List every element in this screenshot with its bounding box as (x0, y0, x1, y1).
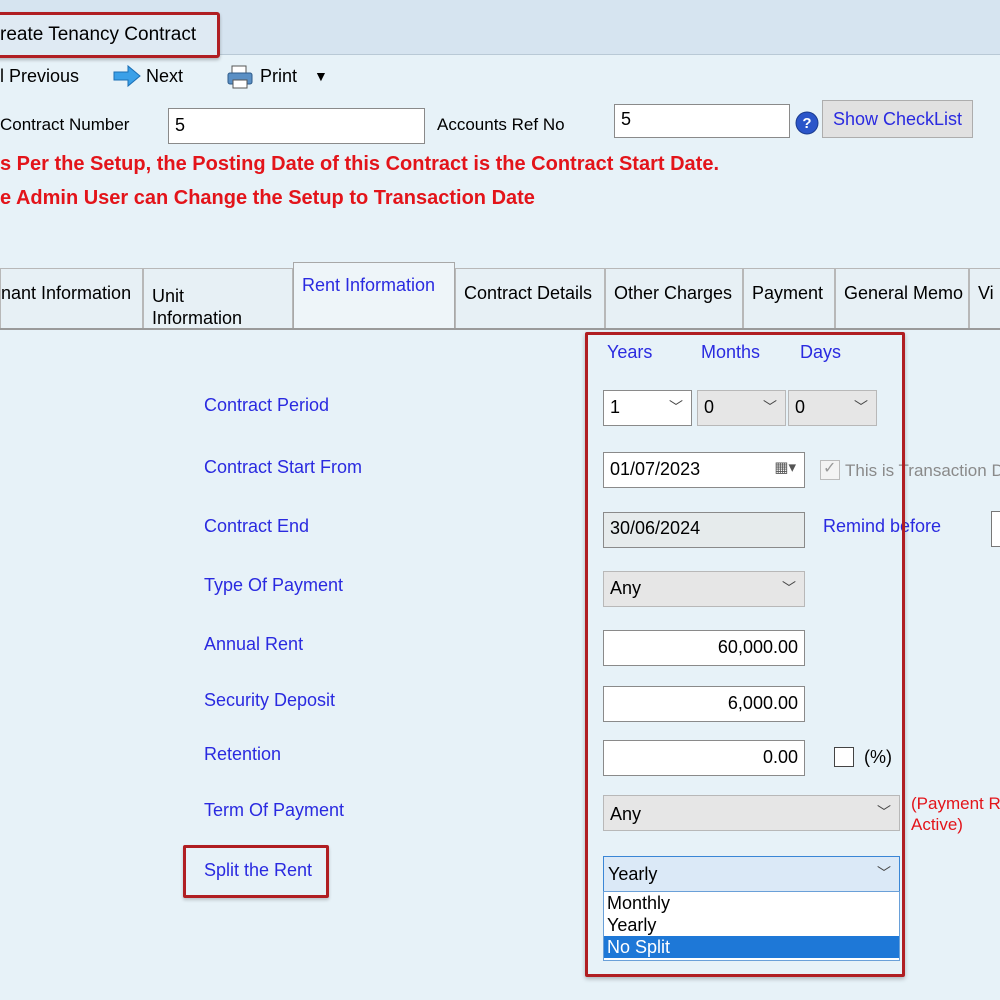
term-of-payment-label: Term Of Payment (204, 800, 345, 820)
tab-divider (0, 328, 1000, 330)
split-rent-label: Split the Rent (204, 860, 313, 880)
print-dropdown-icon[interactable]: ▼ (314, 68, 328, 84)
contract-number-label: Contract Number (0, 115, 130, 134)
print-button[interactable]: Print (260, 66, 297, 87)
help-icon[interactable]: ? (794, 110, 820, 136)
tab-payment[interactable]: Payment (743, 268, 835, 328)
retention-label: Retention (204, 744, 282, 764)
rent-fields-highlight-box (585, 332, 905, 977)
tab-unit-information[interactable]: Unit Information (143, 268, 293, 328)
tab-rent-information[interactable]: Rent Information (293, 262, 455, 330)
admin-setup-warning: e Admin User can Change the Setup to Tra… (0, 187, 535, 209)
remind-before-input[interactable] (991, 511, 1000, 547)
tab-other-charges[interactable]: Other Charges (605, 268, 743, 328)
window-title: reate Tenancy Contract (0, 24, 197, 45)
accounts-ref-label: Accounts Ref No (437, 115, 565, 134)
security-deposit-label: Security Deposit (204, 690, 336, 710)
tab-contract-details[interactable]: Contract Details (455, 268, 605, 328)
type-of-payment-label: Type Of Payment (204, 575, 344, 595)
tab-tenant-information[interactable]: nant Information (0, 268, 143, 328)
next-arrow-icon (113, 64, 141, 88)
contract-end-label: Contract End (204, 516, 310, 536)
annual-rent-label: Annual Rent (204, 634, 304, 654)
contract-number-input[interactable]: 5 (168, 108, 425, 144)
previous-button[interactable]: l Previous (0, 66, 79, 87)
tab-more[interactable]: Vi (969, 268, 1000, 328)
show-checklist-button[interactable]: Show CheckList (822, 100, 973, 138)
tab-strip: nant Information Unit Information Rent In… (0, 262, 1000, 330)
printer-icon (227, 65, 253, 89)
payment-note: (Payment R Active) (911, 794, 1000, 834)
posting-date-warning: s Per the Setup, the Posting Date of thi… (0, 153, 719, 175)
tab-general-memo[interactable]: General Memo (835, 268, 969, 328)
accounts-ref-input[interactable]: 5 (614, 104, 790, 138)
svg-text:?: ? (802, 115, 811, 132)
contract-period-label: Contract Period (204, 395, 330, 415)
next-button[interactable]: Next (146, 66, 183, 87)
contract-start-label: Contract Start From (204, 457, 363, 477)
